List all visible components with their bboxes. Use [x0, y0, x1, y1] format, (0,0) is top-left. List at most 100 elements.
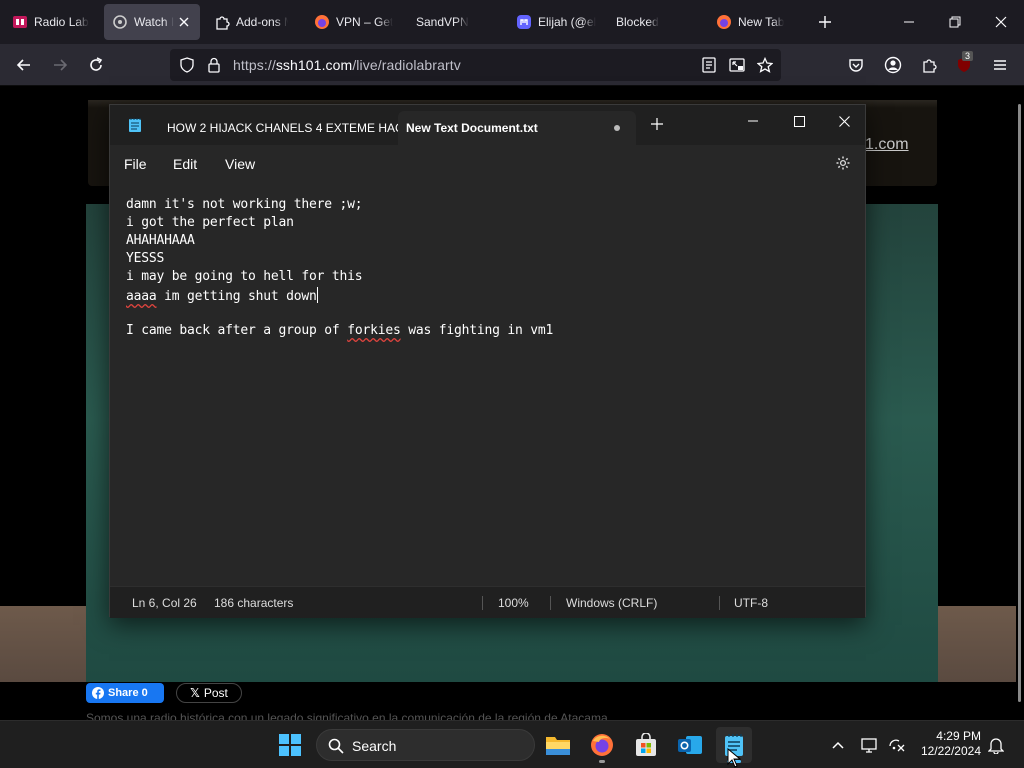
- editor-line-text: I came back after a group of: [126, 323, 348, 338]
- outlook-button[interactable]: [672, 727, 708, 763]
- notepad-tab-hijack[interactable]: HOW 2 HIJACK CHANELS 4 EXTEME HACK: [157, 111, 412, 145]
- zoom-level[interactable]: 100%: [498, 596, 529, 610]
- show-hidden-icons-button[interactable]: [820, 727, 856, 763]
- x-post-button[interactable]: 𝕏 Post: [176, 683, 242, 703]
- menu-file[interactable]: File: [124, 156, 147, 172]
- close-icon: [995, 16, 1007, 28]
- tab-sandvpn[interactable]: SandVPN: [408, 4, 504, 40]
- tab-addons[interactable]: Add-ons M: [206, 4, 296, 40]
- hamburger-menu-icon: [994, 60, 1006, 70]
- tab-label: New Tab: [738, 15, 785, 29]
- clock-time: 4:29 PM: [936, 729, 981, 743]
- search-icon: [328, 738, 344, 754]
- minimize-icon: [904, 21, 914, 23]
- firefox-taskbar-button[interactable]: [584, 727, 620, 763]
- browser-close-button[interactable]: [978, 0, 1024, 44]
- encoding[interactable]: UTF-8: [734, 596, 768, 610]
- notepad-text-editor[interactable]: damn it's not working there ;w; i got th…: [110, 183, 865, 586]
- maximize-icon: [793, 115, 805, 127]
- plus-icon: [651, 118, 663, 130]
- start-button[interactable]: [272, 727, 308, 763]
- windows-taskbar: Search 4:29 PM 12/22/2024: [0, 720, 1024, 768]
- chevron-up-icon: [832, 741, 844, 749]
- menu-edit[interactable]: Edit: [173, 156, 197, 172]
- notepad-tab-label: HOW 2 HIJACK CHANELS 4 EXTEME HACK: [167, 121, 412, 135]
- editor-line-text: was fighting in vm1: [400, 323, 554, 338]
- notepad-close-button[interactable]: [821, 105, 867, 137]
- notepad-maximize-button[interactable]: [776, 105, 822, 137]
- notepad-status-bar: Ln 6, Col 26 186 characters 100% Windows…: [110, 586, 865, 618]
- menu-view[interactable]: View: [225, 156, 255, 172]
- browser-tab-strip: Radio Lab Watch I Add-ons M VPN – Get Sa…: [0, 0, 1024, 44]
- firefox-icon: [591, 734, 613, 756]
- taskbar-search-box[interactable]: Search: [316, 729, 535, 761]
- editor-line: i may be going to hell for this: [126, 269, 363, 284]
- extensions-button[interactable]: [913, 49, 945, 81]
- picture-in-picture-icon[interactable]: [729, 57, 745, 73]
- close-tab-icon[interactable]: [176, 14, 192, 30]
- video-favicon: [113, 15, 127, 29]
- shield-icon[interactable]: [179, 57, 195, 73]
- editor-line: YESSS: [126, 251, 165, 266]
- facebook-share-button[interactable]: Share 0: [86, 683, 164, 703]
- text-caret: [316, 287, 318, 303]
- tab-radio-lab[interactable]: Radio Lab: [4, 4, 100, 40]
- notepad-new-tab-button[interactable]: [650, 117, 670, 137]
- ublock-extension-button[interactable]: 3: [948, 49, 980, 81]
- tab-watch[interactable]: Watch I: [104, 4, 200, 40]
- firefox-icon: [717, 15, 731, 29]
- page-link-fragment[interactable]: 1.com: [865, 136, 909, 154]
- tab-blocked[interactable]: Blocked: [608, 4, 704, 40]
- folder-icon: [546, 737, 570, 755]
- tab-vpn[interactable]: VPN – Get: [306, 4, 402, 40]
- notepad-minimize-button[interactable]: [730, 105, 776, 137]
- editor-line: aaaa im getting shut down: [126, 287, 318, 304]
- forward-button[interactable]: [44, 49, 76, 81]
- address-bar[interactable]: https://ssh101.com/live/radiolabrartv: [170, 49, 781, 81]
- misspelled-word: aaaa: [126, 289, 157, 304]
- mastodon-icon: [517, 15, 531, 29]
- display-icon: [861, 738, 877, 753]
- browser-minimize-button[interactable]: [886, 0, 932, 44]
- file-explorer-button[interactable]: [540, 727, 576, 763]
- close-icon: [838, 115, 850, 127]
- settings-gear-icon[interactable]: [835, 155, 851, 171]
- scrollbar-thumb[interactable]: [1018, 104, 1021, 702]
- character-count: 186 characters: [214, 596, 294, 610]
- tab-label: Add-ons M: [236, 15, 288, 29]
- reload-button[interactable]: [80, 49, 112, 81]
- notepad-tab-new-text-document[interactable]: New Text Document.txt: [398, 111, 636, 145]
- tab-new-tab[interactable]: New Tab: [708, 4, 804, 40]
- page-description-text: Somos una radio histórica con un legado …: [86, 711, 608, 720]
- network-tray-button[interactable]: [878, 727, 914, 763]
- bookmark-star-icon[interactable]: [757, 57, 773, 73]
- restore-icon: [949, 16, 961, 28]
- bell-icon: [988, 738, 1004, 754]
- network-disconnected-icon: [889, 739, 905, 752]
- new-tab-button[interactable]: [809, 6, 841, 38]
- tab-label: Watch I: [134, 15, 175, 29]
- windows-logo-icon: [279, 734, 301, 756]
- status-divider: [719, 596, 720, 610]
- tab-elijah[interactable]: Elijah (@el: [508, 4, 604, 40]
- tab-label: Blocked: [616, 15, 659, 29]
- url-text[interactable]: https://ssh101.com/live/radiolabrartv: [233, 57, 461, 73]
- url-scheme: https://: [233, 57, 276, 73]
- line-ending[interactable]: Windows (CRLF): [566, 596, 657, 610]
- lock-icon[interactable]: [206, 57, 222, 73]
- unsaved-dot-icon[interactable]: [614, 125, 620, 131]
- menu-button[interactable]: [984, 49, 1016, 81]
- pocket-button[interactable]: [840, 49, 872, 81]
- account-button[interactable]: [877, 49, 909, 81]
- reader-view-icon[interactable]: [701, 57, 717, 73]
- back-arrow-icon: [16, 59, 30, 71]
- search-label: Search: [352, 738, 397, 754]
- taskbar-clock[interactable]: 4:29 PM 12/22/2024: [917, 729, 981, 759]
- browser-restore-button[interactable]: [932, 0, 978, 44]
- puzzle-icon: [923, 59, 937, 73]
- notifications-button[interactable]: [978, 727, 1014, 763]
- microsoft-store-button[interactable]: [628, 727, 664, 763]
- firefox-icon: [315, 15, 329, 29]
- page-scrollbar[interactable]: [1016, 94, 1022, 702]
- back-button[interactable]: [8, 49, 40, 81]
